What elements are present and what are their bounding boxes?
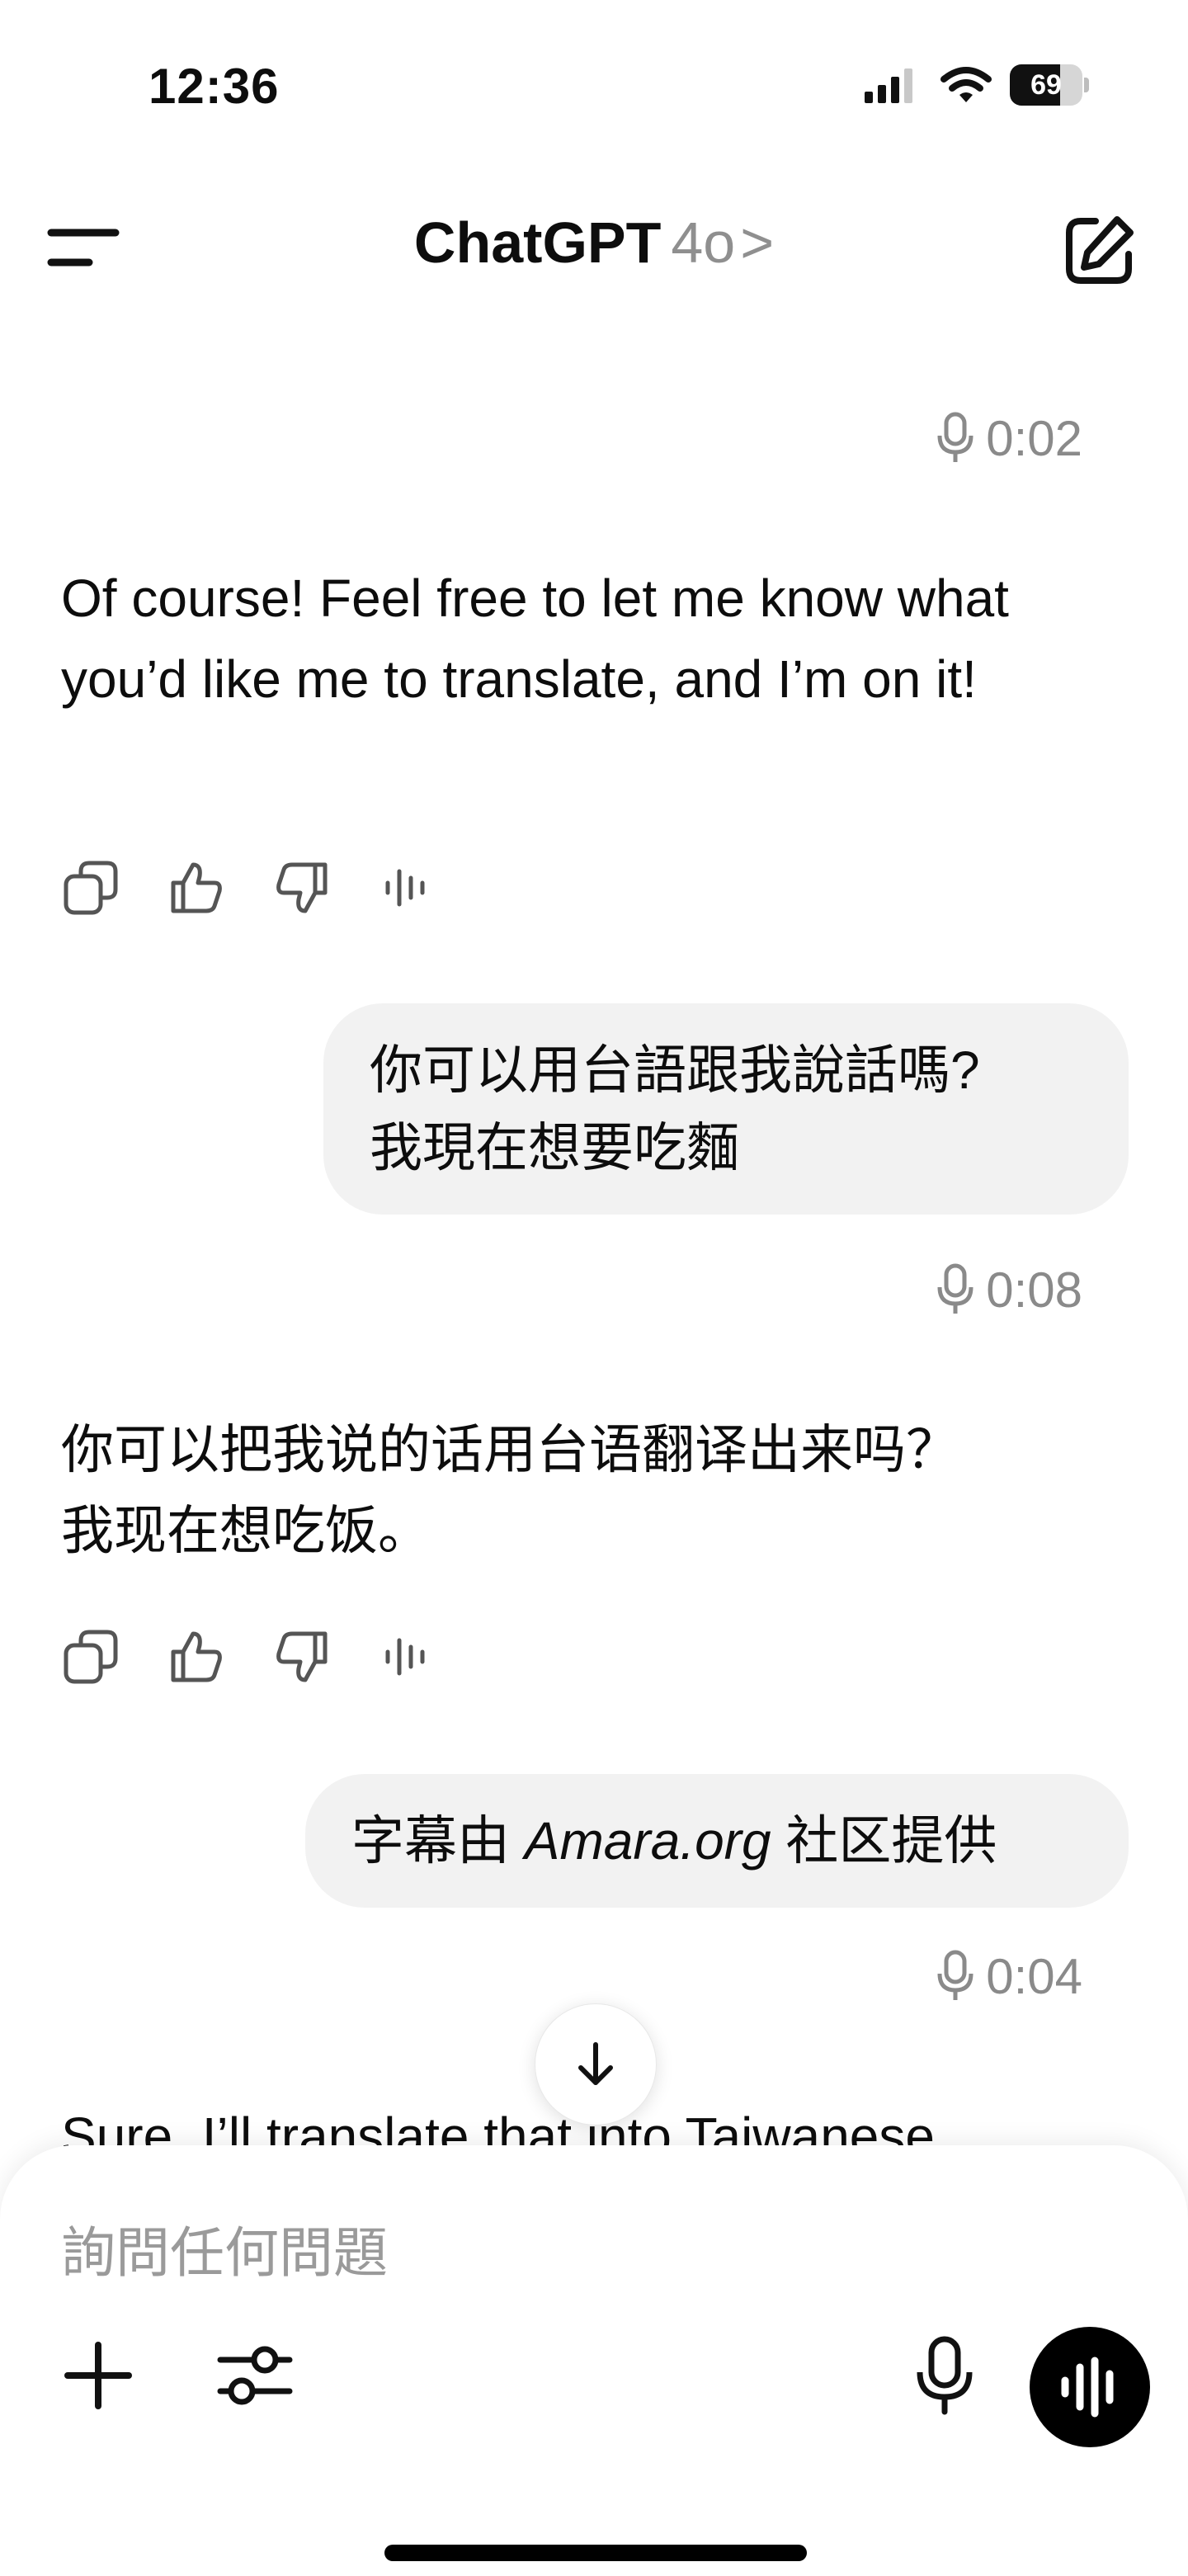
model-name: 4o — [671, 210, 736, 275]
mic-icon — [937, 1263, 974, 1314]
arrow-down-icon — [578, 2042, 613, 2085]
message-input[interactable] — [61, 2211, 969, 2294]
user-message-bubble: 字幕由 Amara.org 社区提供 — [305, 1774, 1129, 1908]
voice-duration: 0:08 — [935, 1261, 1082, 1319]
edit-icon — [1066, 216, 1134, 284]
plus-icon — [64, 2342, 132, 2409]
voice-duration: 0:04 — [935, 1947, 1082, 2005]
read-aloud-button[interactable] — [378, 858, 437, 918]
thumbs-down-button[interactable] — [272, 1627, 332, 1687]
dictation-button[interactable] — [899, 2330, 990, 2421]
voice-mode-icon — [1061, 2357, 1114, 2418]
signal-icon — [865, 68, 912, 103]
user-message-line: 你可以用台語跟我說話嗎? — [370, 1040, 980, 1100]
mic-icon — [937, 412, 974, 462]
user-message-bubble: 你可以用台語跟我說話嗎? 我現在想要吃麵 — [323, 1003, 1129, 1215]
voice-duration: 0:02 — [935, 409, 1082, 467]
copy-button[interactable] — [61, 858, 120, 918]
app-title: ChatGPT — [413, 210, 662, 275]
thumbs-down-icon — [276, 862, 328, 913]
user-message-text: 社区提供 — [771, 1811, 997, 1871]
scroll-to-bottom-button[interactable] — [535, 2003, 657, 2125]
chat-header: ChatGPT 4o> — [0, 182, 1188, 314]
tools-button[interactable] — [210, 2330, 300, 2421]
thumbs-down-button[interactable] — [272, 858, 332, 918]
copy-icon — [64, 1630, 118, 1684]
thumbs-up-icon — [171, 1631, 222, 1682]
mic-icon — [917, 2336, 973, 2415]
thumbs-up-button[interactable] — [167, 858, 226, 918]
mic-icon — [937, 1950, 974, 2000]
audio-wave-icon — [385, 1638, 425, 1676]
user-message-line: 我現在想要吃麵 — [370, 1118, 739, 1177]
battery-level: 69 — [1030, 69, 1062, 101]
sliders-icon — [217, 2346, 293, 2405]
battery-indicator: 69 — [1010, 64, 1089, 106]
message-actions — [61, 1624, 437, 1690]
read-aloud-button[interactable] — [378, 1627, 437, 1687]
model-selector[interactable]: ChatGPT 4o> — [0, 210, 1188, 276]
message-actions — [61, 855, 437, 921]
copy-icon — [64, 861, 118, 915]
copy-button[interactable] — [61, 1627, 120, 1687]
composer — [0, 2145, 1188, 2576]
home-indicator — [384, 2545, 807, 2561]
assistant-message-line: 我现在想吃饭。 — [61, 1501, 431, 1560]
user-message-text: 字幕由 — [351, 1811, 525, 1871]
wifi-icon — [940, 67, 992, 102]
status-bar: 12:36 69 — [0, 0, 1188, 165]
status-icons: 69 — [865, 64, 1089, 106]
attach-button[interactable] — [53, 2330, 144, 2421]
assistant-message: 你可以把我说的话用台语翻译出来吗？ 我现在想吃饭。 — [61, 1409, 1101, 1571]
status-time: 12:36 — [148, 59, 280, 114]
chevron-right-icon: > — [740, 210, 775, 275]
assistant-message-line: 你可以把我说的话用台语翻译出来吗？ — [61, 1420, 959, 1479]
duration-text: 0:08 — [986, 1262, 1082, 1318]
thumbs-up-icon — [171, 862, 222, 913]
duration-text: 0:04 — [986, 1948, 1082, 2004]
thumbs-up-button[interactable] — [167, 1627, 226, 1687]
user-message-italic: Amara.org — [524, 1811, 771, 1871]
duration-text: 0:02 — [986, 410, 1082, 466]
assistant-message: Of course! Feel free to let me know what… — [61, 569, 1009, 709]
new-chat-button[interactable] — [1059, 211, 1138, 290]
thumbs-down-icon — [276, 1631, 328, 1682]
voice-mode-button[interactable] — [1030, 2327, 1150, 2447]
audio-wave-icon — [385, 869, 425, 907]
